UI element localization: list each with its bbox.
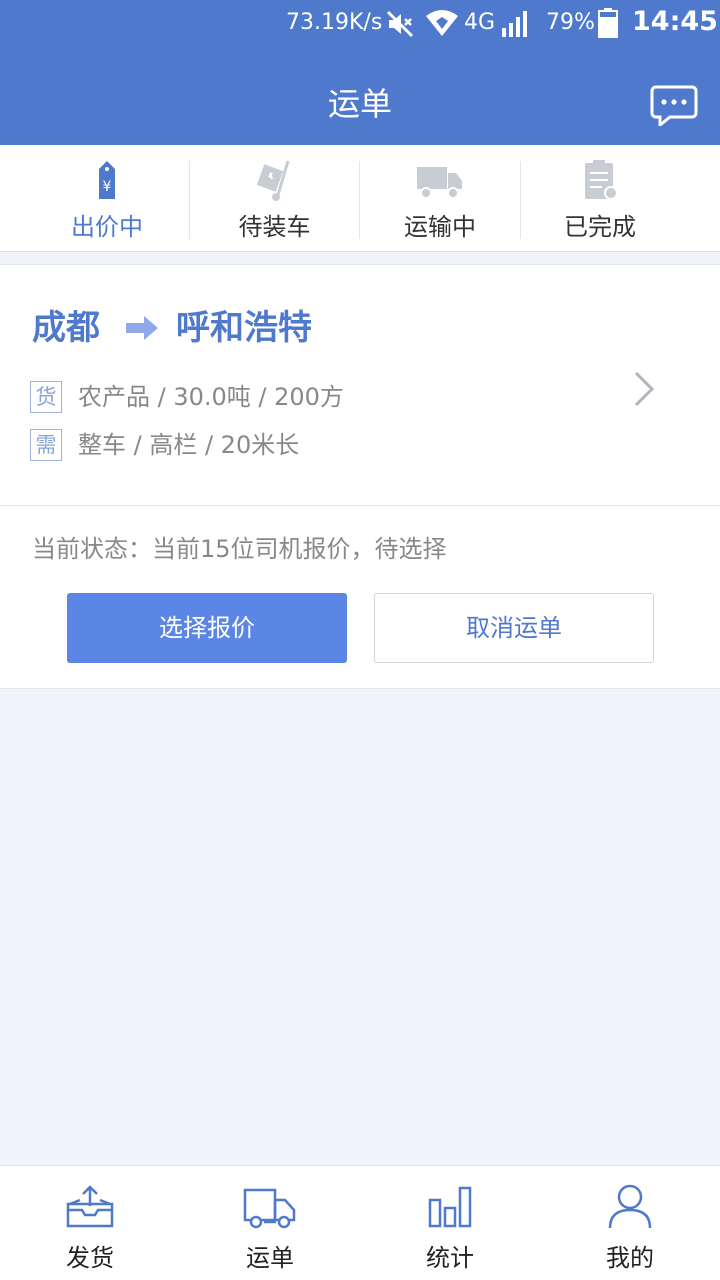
status-label: 当前状态： <box>32 535 152 563</box>
tab-label: 出价中 <box>71 213 143 241</box>
app-header: 73.19K/s 4G 79% 14:45 运单 <box>0 0 720 145</box>
bar-chart-icon <box>428 1186 472 1228</box>
price-tag-icon: ¥ <box>99 161 115 199</box>
status-bar: 73.19K/s 4G 79% 14:45 <box>0 0 720 48</box>
chevron-right-icon[interactable] <box>630 369 658 409</box>
select-quote-button[interactable]: 选择报价 <box>67 593 347 663</box>
tab-completed[interactable]: 已完成 <box>521 145 679 251</box>
origin-city: 成都 <box>32 308 100 348</box>
network-speed: 73.19K/s <box>286 10 383 35</box>
order-status-tabs: ¥ 出价中 待装车 运输中 已完成 <box>0 145 720 252</box>
arrow-right-icon <box>126 316 158 340</box>
chat-bubble-icon[interactable] <box>650 84 698 126</box>
nav-label: 发货 <box>66 1244 114 1272</box>
requirement-tag: 需 <box>30 429 62 461</box>
nav-label: 运单 <box>246 1244 294 1272</box>
tab-label: 运输中 <box>404 213 476 241</box>
nav-orders[interactable]: 运单 <box>180 1166 360 1280</box>
status-text: 当前15位司机报价，待选择 <box>152 535 447 563</box>
cancel-order-button[interactable]: 取消运单 <box>374 593 654 663</box>
nav-label: 统计 <box>426 1244 474 1272</box>
hand-truck-icon <box>256 160 289 201</box>
clock: 14:45 <box>632 6 718 37</box>
destination-city: 呼和浩特 <box>176 308 312 348</box>
svg-text:¥: ¥ <box>103 179 112 195</box>
network-type: 4G <box>464 10 496 35</box>
clipboard-check-icon <box>585 160 618 200</box>
tab-label: 待装车 <box>238 213 311 241</box>
tab-awaiting-loading[interactable]: 待装车 <box>190 145 359 251</box>
tab-in-transit[interactable]: 运输中 <box>360 145 520 251</box>
truck-outline-icon <box>243 1188 296 1229</box>
signal-icon <box>502 11 527 37</box>
card-divider <box>0 505 720 506</box>
cargo-tag: 货 <box>30 381 62 413</box>
page-title: 运单 <box>327 85 392 123</box>
order-status: 当前状态：当前15位司机报价，待选择 <box>32 529 447 564</box>
nav-me[interactable]: 我的 <box>540 1166 720 1280</box>
cargo-info: 农产品 / 30.0吨 / 200方 <box>78 383 344 411</box>
nav-stats[interactable]: 统计 <box>360 1166 540 1280</box>
user-icon <box>608 1184 652 1229</box>
nav-ship[interactable]: 发货 <box>0 1166 180 1280</box>
requirement-info: 整车 / 高栏 / 20米长 <box>78 431 300 459</box>
mute-icon <box>386 10 414 38</box>
nav-label: 我的 <box>606 1244 654 1272</box>
order-card: 成都 呼和浩特 货 农产品 / 30.0吨 / 200方 需 整车 / 高栏 /… <box>0 264 720 689</box>
battery-icon <box>598 8 618 38</box>
truck-icon <box>417 167 462 199</box>
ship-box-icon <box>66 1185 114 1228</box>
battery-level: 79% <box>546 10 595 35</box>
tab-label: 已完成 <box>564 213 636 241</box>
tab-bidding[interactable]: ¥ 出价中 <box>24 145 190 251</box>
bottom-nav: 发货 运单 统计 我的 <box>0 1165 720 1280</box>
wifi-icon <box>426 10 458 36</box>
